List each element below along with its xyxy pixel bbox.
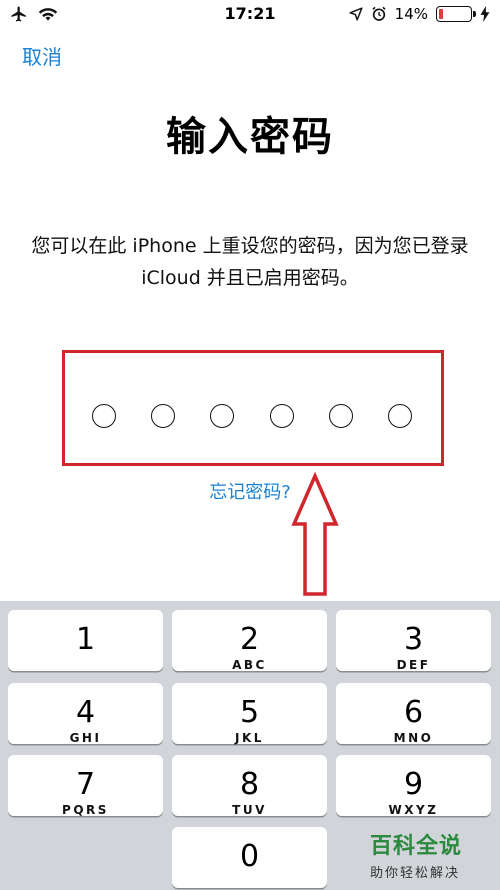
battery-level <box>439 9 443 19</box>
passcode-dot <box>210 404 235 428</box>
key-digit: 9 <box>403 767 424 802</box>
watermark-subtitle: 助你轻松解决 <box>370 866 461 881</box>
page-title: 输入密码 <box>166 114 334 160</box>
watermark-title: 百科全说 <box>370 834 463 859</box>
status-right: 14% <box>349 5 490 23</box>
key-digit: 7 <box>75 767 96 802</box>
passcode-dots[interactable] <box>92 404 412 428</box>
key-digit: 5 <box>239 695 260 730</box>
key-digit: 2 <box>239 622 260 657</box>
passcode-dot <box>328 404 353 428</box>
passcode-dot <box>387 404 412 428</box>
key-3[interactable]: 3 DEF <box>336 610 491 672</box>
key-letters: PQRS <box>62 803 109 817</box>
key-digit: 1 <box>75 622 96 657</box>
passcode-dot <box>92 404 116 428</box>
key-digit: 4 <box>75 695 96 730</box>
key-digit: 3 <box>403 622 424 657</box>
key-5[interactable]: 5 JKL <box>172 683 327 745</box>
key-letters: TUV <box>232 803 267 817</box>
key-2[interactable]: 2 ABC <box>172 610 327 672</box>
passcode-dot <box>151 404 176 428</box>
battery-icon <box>436 6 476 22</box>
key-digit: 8 <box>239 767 260 802</box>
key-7[interactable]: 7 PQRS <box>8 755 163 817</box>
key-1[interactable]: 1 <box>8 610 163 671</box>
alarm-icon <box>372 6 386 21</box>
key-letters: JKL <box>235 731 264 745</box>
forgot-passcode-link[interactable]: 忘记密码? <box>0 478 500 504</box>
location-icon <box>349 7 363 21</box>
cancel-button[interactable]: 取消 <box>22 41 62 70</box>
battery-percent: 14% <box>394 5 428 23</box>
key-0[interactable]: 0 <box>172 827 327 888</box>
key-letters: MNO <box>393 731 434 745</box>
annotation-arrow <box>291 472 339 596</box>
key-letters: GHI <box>69 731 102 745</box>
key-8[interactable]: 8 TUV <box>172 755 327 817</box>
key-6[interactable]: 6 MNO <box>336 683 491 745</box>
key-9[interactable]: 9 WXYZ <box>336 755 491 817</box>
key-letters: ABC <box>232 658 267 672</box>
key-letters: WXYZ <box>388 803 439 817</box>
key-4[interactable]: 4 GHI <box>8 683 163 745</box>
watermark-logo: 百科全说 助你轻松解决 <box>370 828 490 881</box>
charging-icon <box>480 6 490 22</box>
key-digit: 6 <box>403 695 424 730</box>
passcode-dot <box>269 404 294 428</box>
key-letters: DEF <box>396 658 431 672</box>
status-bar: 17:21 14% <box>0 0 500 30</box>
description-text: 您可以在此 iPhone 上重设您的密码，因为您已登录 iCloud 并且已启用… <box>31 235 469 289</box>
key-digit: 0 <box>239 839 260 874</box>
